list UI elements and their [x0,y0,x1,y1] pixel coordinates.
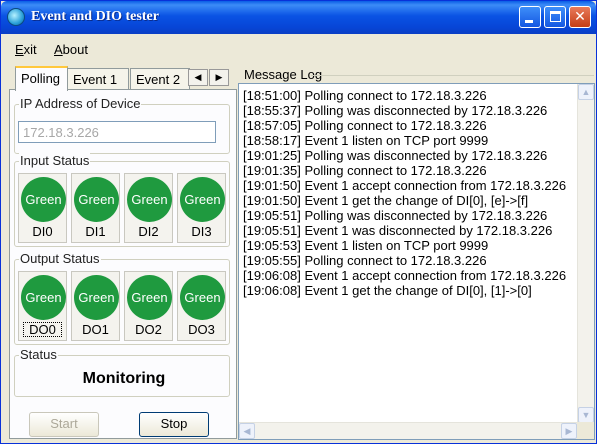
output-led-cell[interactable]: Green DO2 [124,271,173,341]
input-led-cell: Green DI0 [18,173,67,243]
scroll-left-icon[interactable]: ◀ [239,423,255,439]
ip-address-label: IP Address of Device [19,96,142,111]
output-led-do2[interactable]: Green [127,275,172,320]
stop-button[interactable]: Stop [139,412,209,437]
start-button[interactable]: Start [29,412,99,437]
tab-scroll-right-icon[interactable]: ▶ [209,69,229,86]
menu-bar: Exit About [1,34,596,62]
log-line: [19:05:53] Event 1 listen on TCP port 99… [243,238,489,253]
message-log-list[interactable]: [18:51:00] Polling connect to 172.18.3.2… [238,83,595,440]
input-status-label: Input Status [19,153,91,168]
title-bar[interactable]: Event and DIO tester ✕ [1,1,596,34]
output-led-label[interactable]: DO3 [178,322,225,337]
log-line: [19:01:50] Event 1 accept connection fro… [243,178,567,193]
maximize-icon [550,11,561,22]
input-led-label: DI0 [32,224,53,239]
input-led-label: DI2 [138,224,159,239]
log-line: [19:06:08] Event 1 accept connection fro… [243,268,567,283]
input-led-label: DI3 [191,224,212,239]
log-line: [19:06:08] Event 1 get the change of DI[… [243,283,532,298]
scroll-right-icon[interactable]: ▶ [561,423,577,439]
output-led-label[interactable]: DO2 [125,322,172,337]
output-led-do3[interactable]: Green [180,275,225,320]
status-value: Monitoring [82,370,166,387]
tab-event-1[interactable]: Event 1 [67,68,129,90]
output-led-do0[interactable]: Green [21,275,66,320]
menu-exit[interactable]: Exit [15,42,37,57]
output-led-cell[interactable]: Green DO0 [18,271,67,341]
horizontal-scrollbar[interactable]: ◀ ▶ [239,422,577,439]
divider [311,75,594,76]
maximize-button[interactable] [544,6,566,28]
log-line: [18:55:37] Polling was disconnected by 1… [243,103,548,118]
status-label: Status [19,347,58,362]
output-led-cell[interactable]: Green DO3 [177,271,226,341]
vertical-scrollbar[interactable]: ▲ ▼ [577,84,594,423]
log-line: [19:05:51] Event 1 was disconnected by 1… [243,223,553,238]
close-button[interactable]: ✕ [569,6,591,28]
log-line: [19:05:51] Polling was disconnected by 1… [243,208,548,223]
ip-address-field[interactable]: 172.18.3.226 [18,121,216,143]
input-led-label: DI1 [85,224,106,239]
log-line: [19:05:55] Polling connect to 172.18.3.2… [243,253,487,268]
window-title: Event and DIO tester [31,9,159,24]
input-led-di1: Green [74,177,119,222]
log-line: [18:51:00] Polling connect to 172.18.3.2… [243,88,487,103]
output-led-label[interactable]: DO0 [22,321,63,338]
input-led-cell: Green DI1 [71,173,120,243]
log-line: [18:58:17] Event 1 listen on TCP port 99… [243,133,489,148]
close-icon: ✕ [574,9,586,25]
log-line: [19:01:35] Polling connect to 172.18.3.2… [243,163,487,178]
menu-about[interactable]: About [54,42,88,57]
scroll-down-icon[interactable]: ▼ [578,407,594,423]
output-led-label[interactable]: DO1 [72,322,119,337]
status-group: Status Monitoring [14,347,230,397]
input-led-cell: Green DI2 [124,173,173,243]
app-icon [7,8,25,26]
output-led-do1[interactable]: Green [74,275,119,320]
message-log-lines: [18:51:00] Polling connect to 172.18.3.2… [243,88,573,298]
output-led-cell[interactable]: Green DO1 [71,271,120,341]
minimize-icon [525,20,533,23]
tab-polling[interactable]: Polling [15,66,68,91]
input-led-cell: Green DI3 [177,173,226,243]
tab-scroll-arrows: ◀ ▶ [188,69,230,86]
tab-event-2[interactable]: Event 2 [130,68,190,90]
input-led-di0: Green [21,177,66,222]
log-line: [19:01:25] Polling was disconnected by 1… [243,148,548,163]
log-line: [19:01:50] Event 1 get the change of DI[… [243,193,529,208]
scrollbar-corner [577,422,594,439]
input-led-di2: Green [127,177,172,222]
scroll-up-icon[interactable]: ▲ [578,84,594,100]
output-status-label: Output Status [19,251,101,266]
input-led-di3: Green [180,177,225,222]
tab-scroll-left-icon[interactable]: ◀ [188,69,208,86]
minimize-button[interactable] [519,6,541,28]
app-window: Event and DIO tester ✕ Exit About Event … [0,0,597,444]
log-line: [18:57:05] Polling connect to 172.18.3.2… [243,118,487,133]
